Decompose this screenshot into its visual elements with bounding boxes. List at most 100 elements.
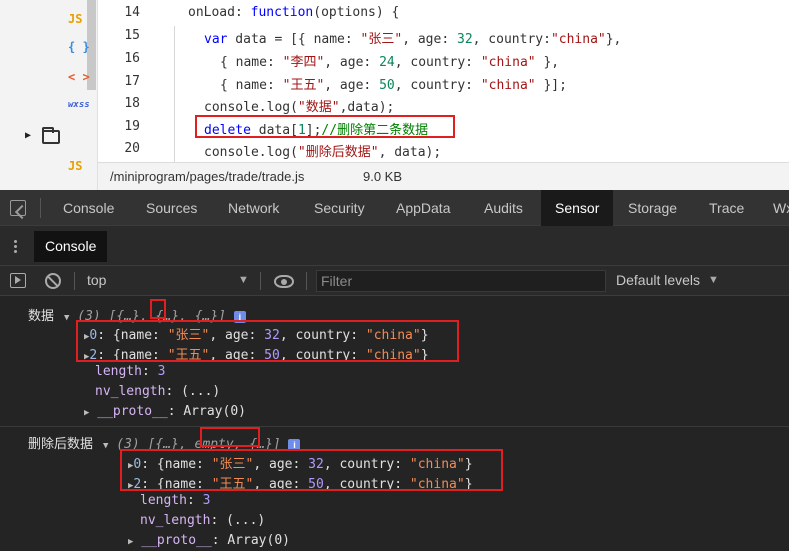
- file-tree-item-js[interactable]: JS: [0, 10, 96, 32]
- live-expression-eye-icon[interactable]: [274, 275, 294, 288]
- highlight-box-empty-slot: [200, 427, 260, 447]
- expand-triangle-icon[interactable]: ▶: [84, 408, 89, 418]
- code-token: , age:: [402, 32, 457, 47]
- prop-value: Array(0): [183, 404, 246, 419]
- divider: [74, 272, 75, 290]
- code-editor[interactable]: JS { } < > wxss ▶ JS 14 15 16 17 18 19 2…: [0, 0, 789, 190]
- prop-key: __proto__: [141, 533, 212, 548]
- file-tree-item-json[interactable]: { }: [0, 38, 96, 60]
- code-token-keyword: function: [250, 5, 314, 20]
- code-token: , age:: [324, 55, 380, 70]
- code-token: }];: [535, 78, 567, 93]
- file-tree-folder[interactable]: ▶: [0, 127, 96, 150]
- array-proto[interactable]: ▶ __proto__: Array(0): [84, 404, 246, 419]
- file-tree-item-js-2[interactable]: JS: [0, 157, 96, 179]
- prop-value: (...): [226, 513, 266, 528]
- log-levels-dropdown[interactable]: Default levels: [616, 272, 700, 288]
- indent-guide: [174, 26, 175, 162]
- js-file-icon: JS: [68, 12, 83, 26]
- prop-value: Array(0): [227, 533, 290, 548]
- tab-security[interactable]: Security: [301, 190, 378, 226]
- prop-key: nv_length: [95, 384, 166, 399]
- code-token-number: 24: [379, 55, 395, 70]
- file-tree[interactable]: JS { } < > wxss ▶ JS: [0, 0, 98, 190]
- wxml-file-icon: < >: [68, 70, 90, 84]
- tab-wx[interactable]: Wx: [761, 190, 789, 226]
- wxss-file-icon: wxss: [68, 100, 90, 110]
- code-token: , country:: [394, 55, 481, 70]
- prop-sep: :: [141, 364, 158, 379]
- console-output[interactable]: 数据 ▼ (3) [{…}, {…}, {…}] i ▶0: {name: "张三…: [0, 296, 789, 551]
- prop-sep: :: [167, 404, 184, 419]
- prop-sep: :: [210, 513, 227, 528]
- tab-trace[interactable]: Trace: [697, 190, 756, 226]
- code-token-string: "李四": [282, 55, 325, 70]
- code-token: console.log(: [204, 100, 298, 115]
- prop-value: (...): [181, 384, 221, 399]
- line-number: 18: [124, 96, 140, 111]
- code-token: ,data);: [339, 100, 395, 115]
- inspect-element-icon[interactable]: [10, 200, 26, 216]
- file-path: /miniprogram/pages/trade/trade.js: [110, 169, 305, 184]
- file-tree-item-wxml[interactable]: < >: [0, 68, 96, 90]
- array-nv-length: nv_length: (...): [95, 384, 220, 399]
- code-line-15[interactable]: var data = [{ name: "张三", age: 32, count…: [204, 28, 621, 47]
- code-line-17[interactable]: { name: "王五", age: 50, country: "china" …: [220, 74, 567, 93]
- prop-value: 3: [157, 364, 166, 379]
- editor-status-bar: /miniprogram/pages/trade/trade.js 9.0 KB: [98, 162, 789, 190]
- drawer-tab-console[interactable]: Console: [34, 231, 108, 262]
- code-token-string: "china": [480, 78, 536, 93]
- caret-down-icon[interactable]: ▼: [238, 274, 249, 286]
- file-tree-item-wxss[interactable]: wxss: [0, 96, 96, 118]
- js-file-icon: JS: [68, 159, 83, 173]
- show-sidebar-icon[interactable]: [10, 273, 26, 288]
- prop-key: length: [95, 364, 142, 379]
- highlight-box-entries: [120, 449, 503, 491]
- array-proto[interactable]: ▶ __proto__: Array(0): [128, 533, 290, 548]
- filter-input[interactable]: [316, 270, 606, 292]
- tab-sensor[interactable]: Sensor: [541, 190, 614, 226]
- code-token-number: 32: [457, 32, 473, 47]
- expand-triangle-icon[interactable]: ▼: [64, 313, 69, 323]
- code-token-string: "china": [480, 55, 536, 70]
- tab-appdata[interactable]: AppData: [383, 190, 463, 226]
- file-size: 9.0 KB: [363, 169, 403, 184]
- prop-sep: :: [211, 533, 228, 548]
- expand-triangle-icon[interactable]: ▼: [103, 441, 108, 451]
- code-line-18[interactable]: console.log("数据",data);: [204, 96, 394, 115]
- code-token-string: "删除后数据": [297, 145, 379, 160]
- code-line-16[interactable]: { name: "李四", age: 24, country: "china" …: [220, 51, 559, 70]
- line-number: 20: [124, 141, 140, 156]
- tab-console[interactable]: Console: [50, 190, 127, 226]
- tab-sources[interactable]: Sources: [133, 190, 210, 226]
- code-line-20[interactable]: console.log("删除后数据", data);: [204, 141, 441, 160]
- context-selector[interactable]: top: [87, 272, 106, 288]
- line-number: 16: [124, 51, 140, 66]
- code-text-area[interactable]: onLoad: function(options) { var data = […: [150, 0, 789, 162]
- prop-key: __proto__: [97, 404, 168, 419]
- code-token: },: [605, 32, 622, 47]
- array-nv-length: nv_length: (...): [140, 513, 265, 528]
- message-divider: [0, 426, 789, 427]
- clear-console-icon[interactable]: [45, 273, 61, 289]
- tab-audits[interactable]: Audits: [471, 190, 536, 226]
- code-line-14[interactable]: onLoad: function(options) {: [188, 5, 399, 20]
- code-token: , country:: [472, 32, 551, 47]
- line-number: 17: [124, 74, 140, 89]
- drawer-menu-icon[interactable]: [14, 240, 18, 254]
- code-token: (options) {: [313, 5, 400, 20]
- caret-down-icon[interactable]: ▼: [708, 274, 719, 286]
- tab-network[interactable]: Network: [215, 190, 292, 226]
- divider: [40, 198, 41, 218]
- console-toolbar: top ▼ Default levels ▼: [0, 266, 789, 296]
- tab-storage[interactable]: Storage: [616, 190, 689, 226]
- array-length: length: 3: [140, 493, 210, 508]
- devtools-tab-bar: Console Sources Network Security AppData…: [0, 190, 789, 226]
- highlight-box-preview-item: [150, 299, 166, 319]
- code-token: , age:: [324, 78, 380, 93]
- expand-arrow-icon[interactable]: ▶: [25, 130, 31, 141]
- code-token-number: 50: [379, 78, 395, 93]
- code-token: { name:: [220, 78, 283, 93]
- expand-triangle-icon[interactable]: ▶: [128, 537, 133, 547]
- line-number-gutter: 14 15 16 17 18 19 20: [98, 0, 150, 162]
